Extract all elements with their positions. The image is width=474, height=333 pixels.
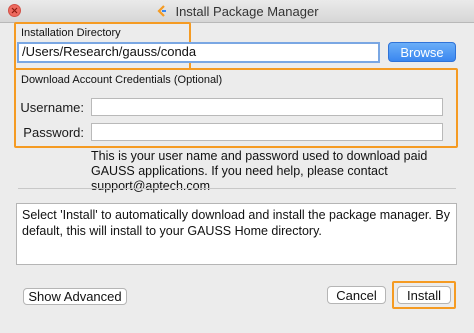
- browse-button[interactable]: Browse: [388, 42, 456, 62]
- divider: [18, 188, 456, 189]
- title-bar: Install Package Manager: [0, 0, 474, 23]
- password-label: Password:: [23, 125, 84, 140]
- username-field[interactable]: [91, 98, 443, 116]
- gauss-app-icon: [157, 5, 167, 17]
- install-message: Select 'Install' to automatically downlo…: [16, 203, 457, 265]
- install-button[interactable]: Install: [397, 286, 451, 304]
- install-dir-section-label: Installation Directory: [21, 27, 121, 39]
- cancel-button[interactable]: Cancel: [327, 286, 386, 304]
- install-dir-input[interactable]: /Users/Research/gauss/conda: [17, 42, 380, 63]
- window-title: Install Package Manager: [175, 3, 319, 19]
- password-field[interactable]: [91, 123, 443, 141]
- username-label: Username:: [20, 100, 84, 115]
- show-advanced-button[interactable]: Show Advanced: [23, 288, 127, 305]
- credentials-section-label: Download Account Credentials (Optional): [21, 74, 223, 86]
